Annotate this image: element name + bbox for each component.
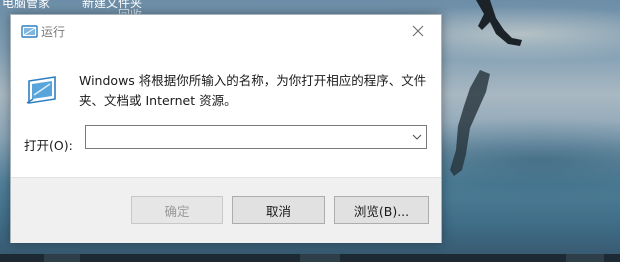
chevron-down-icon <box>412 134 422 140</box>
dialog-description: Windows 将根据你所输入的名称，为你打开相应的程序、文件夹、文档或 Int… <box>79 73 427 108</box>
taskbar-item[interactable] <box>44 254 80 262</box>
desktop-icon-labels: 电脑管家 新建文件夹 回收 <box>0 0 200 22</box>
open-field-label: 打开(O): <box>24 138 73 153</box>
run-program-icon <box>26 76 56 104</box>
open-input[interactable] <box>86 127 408 147</box>
open-combobox[interactable] <box>85 125 427 149</box>
dialog-titlebar[interactable]: 运行 <box>11 15 441 47</box>
taskbar-item[interactable] <box>300 254 340 262</box>
wallpaper-runner-figure <box>476 0 522 46</box>
taskbar-item[interactable] <box>566 254 604 262</box>
desktop-icon-label[interactable]: 电脑管家 <box>2 0 50 11</box>
dialog-footer: 确定 取消 浏览(B)... <box>11 177 441 243</box>
taskbar <box>0 254 620 262</box>
wallpaper-reflection <box>450 70 490 176</box>
run-dialog: 运行 Windows 将根据你所输入的名称，为你打开相应的程序、文件夹、文档或 … <box>10 14 442 243</box>
open-dropdown-button[interactable] <box>408 127 426 147</box>
close-icon <box>412 25 424 37</box>
close-button[interactable] <box>395 15 441 47</box>
ok-button[interactable]: 确定 <box>131 196 223 224</box>
cancel-button[interactable]: 取消 <box>232 196 325 224</box>
browse-button[interactable]: 浏览(B)... <box>334 196 429 224</box>
desktop: 电脑管家 新建文件夹 回收 运行 <box>0 0 620 262</box>
run-app-icon <box>21 25 38 38</box>
dialog-body: Windows 将根据你所输入的名称，为你打开相应的程序、文件夹、文档或 Int… <box>11 47 441 177</box>
dialog-title: 运行 <box>41 25 66 39</box>
